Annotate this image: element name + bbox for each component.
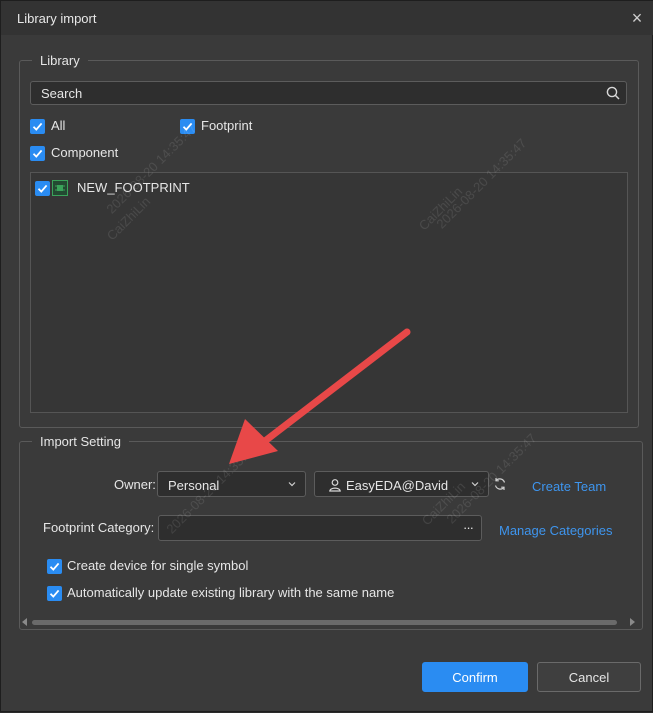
- footprint-icon: [52, 180, 68, 196]
- filter-all-checkbox[interactable]: [30, 119, 45, 134]
- search-icon[interactable]: [606, 86, 620, 100]
- auto-update-label: Automatically update existing library wi…: [67, 585, 395, 600]
- scroll-left-icon[interactable]: [22, 618, 28, 626]
- library-import-dialog: Library import × Library All Footprint C…: [0, 0, 653, 712]
- auto-update-checkbox[interactable]: [47, 586, 62, 601]
- dialog-title: Library import: [17, 11, 97, 26]
- horizontal-scrollbar[interactable]: [20, 618, 637, 626]
- search-input[interactable]: [31, 82, 611, 104]
- account-select-value: EasyEDA@David: [346, 478, 449, 493]
- dialog-titlebar: Library import ×: [1, 1, 653, 35]
- confirm-button[interactable]: Confirm: [422, 662, 528, 692]
- create-team-link[interactable]: Create Team: [532, 479, 606, 494]
- owner-label: Owner:: [114, 477, 156, 492]
- footprint-category-label: Footprint Category:: [43, 520, 155, 535]
- filter-component-label: Component: [51, 145, 119, 160]
- filter-footprint-label: Footprint: [201, 118, 253, 133]
- chevron-down-icon: [288, 482, 296, 487]
- cancel-button[interactable]: Cancel: [537, 662, 641, 692]
- scrollbar-thumb[interactable]: [32, 620, 617, 625]
- scroll-right-icon[interactable]: [629, 618, 635, 626]
- more-icon[interactable]: ···: [463, 520, 474, 535]
- library-search: [30, 81, 627, 105]
- manage-categories-link[interactable]: Manage Categories: [499, 523, 612, 538]
- filter-all-label: All: [51, 118, 66, 133]
- create-device-label: Create device for single symbol: [67, 558, 249, 573]
- create-device-checkbox[interactable]: [47, 559, 62, 574]
- user-icon: [329, 479, 341, 492]
- close-icon[interactable]: ×: [628, 9, 646, 27]
- item-checkbox[interactable]: [35, 181, 50, 196]
- library-legend: Library: [40, 53, 80, 68]
- filter-component-checkbox[interactable]: [30, 146, 45, 161]
- import-setting-legend: Import Setting: [40, 434, 121, 449]
